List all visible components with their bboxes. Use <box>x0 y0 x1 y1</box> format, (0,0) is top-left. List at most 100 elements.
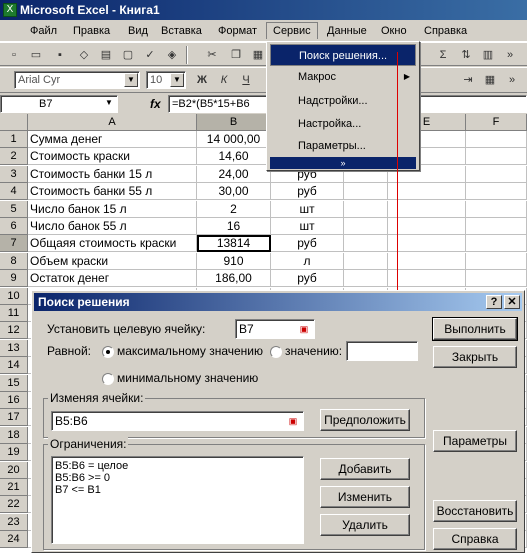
table-cell[interactable]: руб <box>271 183 344 201</box>
table-cell[interactable]: Сумма денег <box>28 131 197 148</box>
column-header[interactable]: B <box>197 114 271 131</box>
menu-help[interactable]: Справка <box>418 23 473 40</box>
menu-item-customize[interactable]: Настройка... <box>270 113 416 135</box>
paste-icon[interactable]: ▦ <box>250 47 266 63</box>
table-cell[interactable] <box>344 200 388 218</box>
radio-min[interactable] <box>102 373 114 385</box>
select-all-corner[interactable] <box>0 114 28 131</box>
row-header[interactable]: 22 <box>0 496 28 514</box>
table-cell[interactable]: Число банок 15 л <box>28 200 197 218</box>
row-header[interactable]: 21 <box>0 479 28 496</box>
row-header[interactable]: 8 <box>0 252 28 270</box>
table-cell[interactable] <box>466 235 527 253</box>
menu-data[interactable]: Данные <box>321 23 373 40</box>
row-header[interactable]: 16 <box>0 392 28 409</box>
solve-button[interactable]: Выполнить <box>432 317 518 341</box>
cut-icon[interactable]: ✂ <box>204 47 220 63</box>
row-header[interactable]: 20 <box>0 461 28 479</box>
add-button[interactable]: Добавить <box>320 458 410 480</box>
toolbar-more-icon[interactable]: » <box>504 72 520 88</box>
row-header[interactable]: 1 <box>0 131 28 148</box>
row-header[interactable]: 24 <box>0 531 28 549</box>
table-cell[interactable]: л <box>271 252 344 270</box>
table-cell[interactable] <box>466 218 527 235</box>
help-icon[interactable]: ? <box>486 295 502 309</box>
open-icon[interactable]: ▭ <box>28 47 44 63</box>
table-cell[interactable] <box>388 200 466 218</box>
menu-insert[interactable]: Вставка <box>155 23 208 40</box>
target-cell-field[interactable]: B7 ▣ <box>235 319 315 339</box>
row-header[interactable]: 2 <box>0 148 28 166</box>
toolbar-more-icon[interactable]: » <box>502 47 518 63</box>
chevron-down-icon[interactable]: ▼ <box>124 73 138 87</box>
table-cell[interactable] <box>466 183 527 201</box>
row-header[interactable]: 13 <box>0 339 28 357</box>
spelling-icon[interactable]: ✓ <box>142 47 158 63</box>
table-cell[interactable]: 16 <box>197 218 271 235</box>
changing-cells-field[interactable]: B5:B6 ▣ <box>51 411 304 431</box>
radio-max-label[interactable]: максимальному значению <box>117 344 263 358</box>
copy-icon[interactable]: ❐ <box>228 47 244 63</box>
row-header[interactable]: 18 <box>0 426 28 444</box>
row-header[interactable]: 6 <box>0 218 28 235</box>
row-header[interactable]: 4 <box>0 183 28 201</box>
table-cell[interactable]: 186,00 <box>197 270 271 288</box>
table-cell[interactable] <box>344 252 388 270</box>
table-cell[interactable] <box>466 252 527 270</box>
list-item[interactable]: B5:B6 >= 0 <box>55 472 300 484</box>
radio-value[interactable] <box>270 346 282 358</box>
row-header[interactable]: 14 <box>0 357 28 375</box>
fx-icon[interactable]: fx <box>150 97 161 111</box>
list-item[interactable]: B7 <= B1 <box>55 484 300 496</box>
change-button[interactable]: Изменить <box>320 486 410 508</box>
table-cell[interactable]: руб <box>271 235 344 253</box>
table-cell[interactable] <box>388 183 466 201</box>
menu-expand-chevron-icon[interactable]: » <box>270 157 416 169</box>
row-header[interactable]: 9 <box>0 270 28 288</box>
table-cell[interactable] <box>344 218 388 235</box>
italic-icon[interactable]: К <box>216 72 232 88</box>
table-cell[interactable]: Стоимость краски <box>28 148 197 166</box>
row-header[interactable]: 23 <box>0 513 28 531</box>
table-cell[interactable] <box>388 270 466 288</box>
radio-min-label[interactable]: минимальному значению <box>117 371 258 385</box>
font-name-dropdown[interactable]: Arial Cyr ▼ <box>14 71 140 89</box>
table-cell[interactable]: шт <box>271 218 344 235</box>
table-cell[interactable] <box>466 270 527 288</box>
table-cell[interactable]: Стоимость банки 15 л <box>28 165 197 183</box>
table-cell[interactable] <box>344 235 388 253</box>
close-button[interactable]: Закрыть <box>433 346 517 368</box>
chevron-down-icon[interactable]: ▼ <box>170 73 184 87</box>
table-cell[interactable] <box>466 200 527 218</box>
menu-item-addins[interactable]: Надстройки... <box>270 90 416 112</box>
value-of-field[interactable] <box>346 341 418 361</box>
collapse-dialog-icon[interactable]: ▣ <box>296 322 312 336</box>
row-header[interactable]: 12 <box>0 322 28 340</box>
row-header[interactable]: 17 <box>0 409 28 427</box>
table-cell[interactable] <box>466 148 527 166</box>
table-cell[interactable]: Стоимость банки 55 л <box>28 183 197 201</box>
save-icon[interactable]: ▪ <box>52 47 68 63</box>
row-header[interactable]: 7 <box>0 235 28 253</box>
menu-tools[interactable]: Сервис <box>266 22 318 39</box>
menu-file[interactable]: Файл <box>24 23 63 40</box>
radio-value-label[interactable]: значению: <box>285 344 342 358</box>
row-header[interactable]: 5 <box>0 200 28 218</box>
table-cell[interactable]: Объем краски <box>28 252 197 270</box>
indent-icon[interactable]: ⇥ <box>460 72 476 88</box>
menu-window[interactable]: Окно <box>375 23 413 40</box>
reset-all-button[interactable]: Восстановить <box>433 500 517 522</box>
menu-view[interactable]: Вид <box>122 23 154 40</box>
table-cell[interactable]: Число банок 55 л <box>28 218 197 235</box>
permission-icon[interactable]: ◇ <box>76 47 92 63</box>
table-cell[interactable]: руб <box>271 270 344 288</box>
menu-format[interactable]: Формат <box>212 23 263 40</box>
autosum-icon[interactable]: Σ <box>435 47 451 63</box>
sort-icon[interactable]: ⇅ <box>458 47 474 63</box>
options-button[interactable]: Параметры <box>433 430 517 452</box>
menu-item-solver[interactable]: Поиск решения... <box>270 44 416 66</box>
font-size-dropdown[interactable]: 10 ▼ <box>146 71 186 89</box>
table-cell[interactable] <box>466 165 527 183</box>
table-cell[interactable]: 910 <box>197 252 271 270</box>
column-header[interactable]: A <box>28 114 197 131</box>
